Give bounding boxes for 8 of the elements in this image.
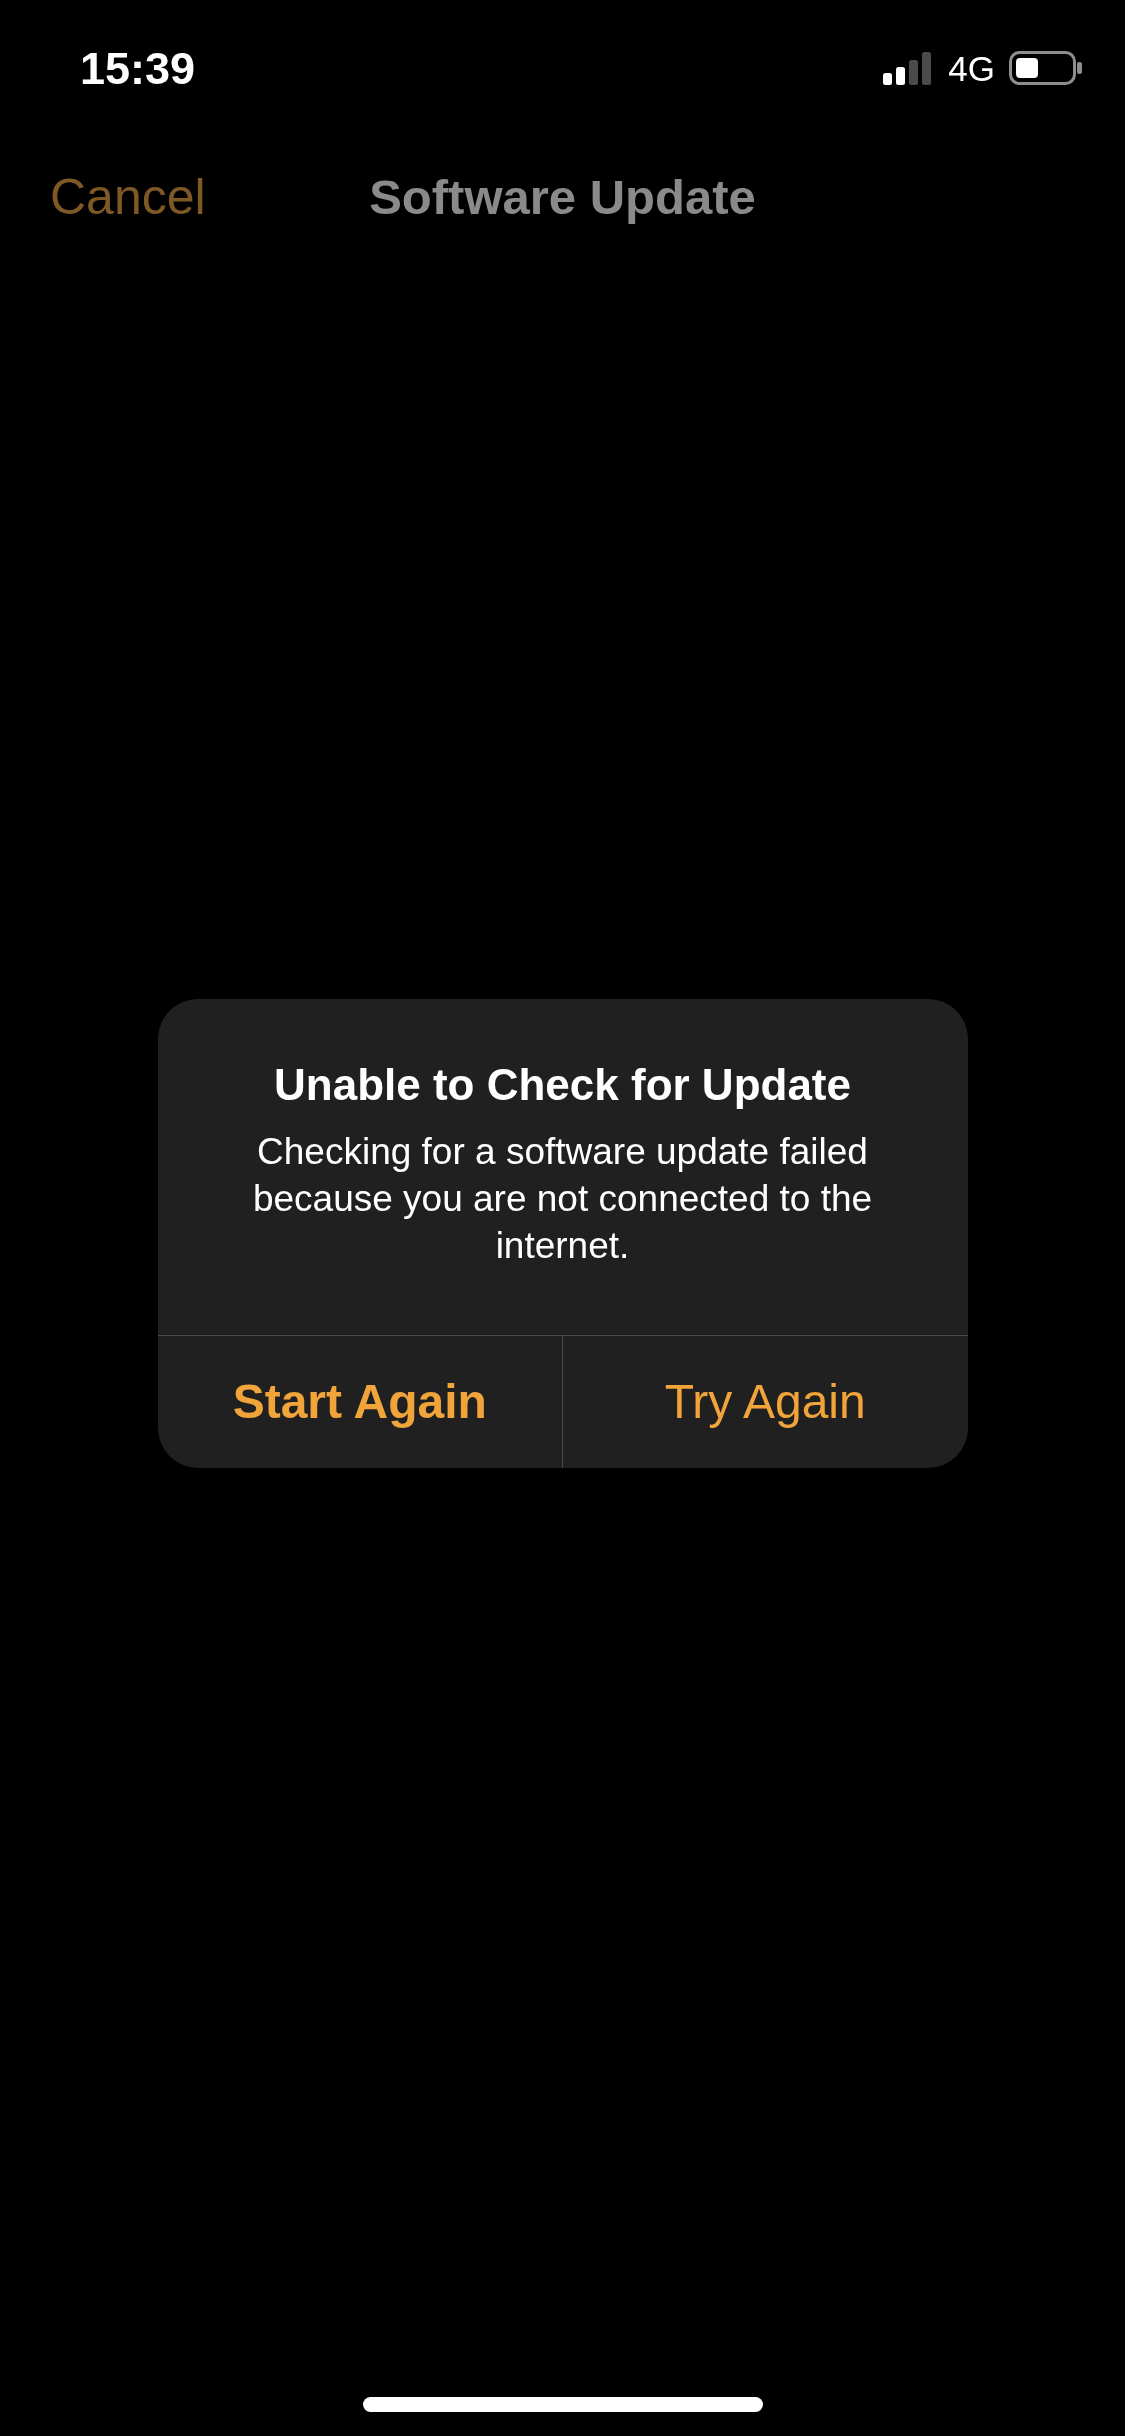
nav-title: Software Update xyxy=(369,168,756,226)
status-time: 15:39 xyxy=(80,45,196,91)
network-label: 4G xyxy=(948,50,995,86)
alert-title: Unable to Check for Update xyxy=(273,1058,852,1111)
alert-button[interactable]: Try Again xyxy=(562,1335,968,1468)
alert-message: Checking for a software update failed because you are not connected to the internet. xyxy=(251,1129,874,1268)
alert-button[interactable]: Start Again xyxy=(157,1335,562,1468)
battery-icon xyxy=(1009,51,1082,85)
